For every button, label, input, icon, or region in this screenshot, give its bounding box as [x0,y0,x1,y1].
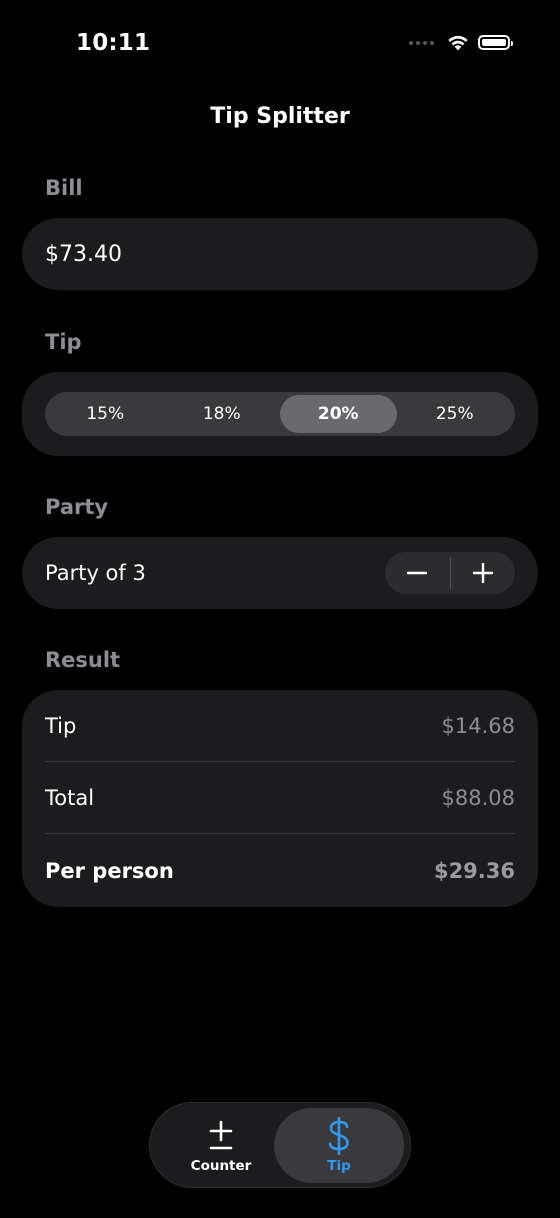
party-size-label: Party of 3 [45,561,146,585]
party-card: Party of 3 [22,537,538,609]
status-icons [409,34,513,51]
result-label: Total [45,786,95,810]
result-value: $88.08 [441,786,515,810]
plus-minus-icon [209,1120,233,1149]
result-row-total: Total $88.08 [45,762,515,834]
tip-option-18[interactable]: 18% [164,395,281,433]
result-label: Per person [45,859,174,883]
signal-dots-icon [409,40,434,45]
result-row-tip: Tip $14.68 [45,690,515,762]
result-section-header: Result [45,648,121,672]
tip-card: 15% 18% 20% 25% [22,372,538,456]
bill-card [22,218,538,290]
tab-bar: Counter Tip [149,1102,411,1188]
party-stepper [385,552,515,594]
result-label: Tip [45,714,77,738]
plus-icon [472,563,493,583]
result-value: $29.36 [433,859,515,883]
row-divider [45,833,515,834]
battery-icon [478,35,513,50]
dollar-icon [328,1116,349,1155]
tip-percentage-picker: 15% 18% 20% 25% [45,392,515,436]
bill-section-header: Bill [45,176,83,200]
party-section-header: Party [45,495,109,519]
tab-counter-label: Counter [190,1157,252,1174]
wifi-icon [448,35,468,51]
tip-option-15[interactable]: 15% [47,395,164,433]
status-time: 10:11 [76,30,151,56]
page-title: Tip Splitter [210,104,350,129]
tip-option-20[interactable]: 20% [280,395,397,433]
bill-input[interactable] [45,241,485,267]
result-card: Tip $14.68 Total $88.08 Per person $29.3… [22,690,538,907]
decrement-button[interactable] [385,552,450,594]
tab-tip-label: Tip [327,1157,351,1174]
result-row-per-person: Per person $29.36 [45,835,515,907]
tab-counter[interactable]: Counter [156,1108,286,1183]
tip-section-header: Tip [45,330,82,354]
increment-button[interactable] [451,552,516,594]
tab-tip[interactable]: Tip [274,1108,404,1183]
tip-option-25[interactable]: 25% [397,395,514,433]
result-value: $14.68 [441,714,515,738]
minus-icon [407,571,428,575]
